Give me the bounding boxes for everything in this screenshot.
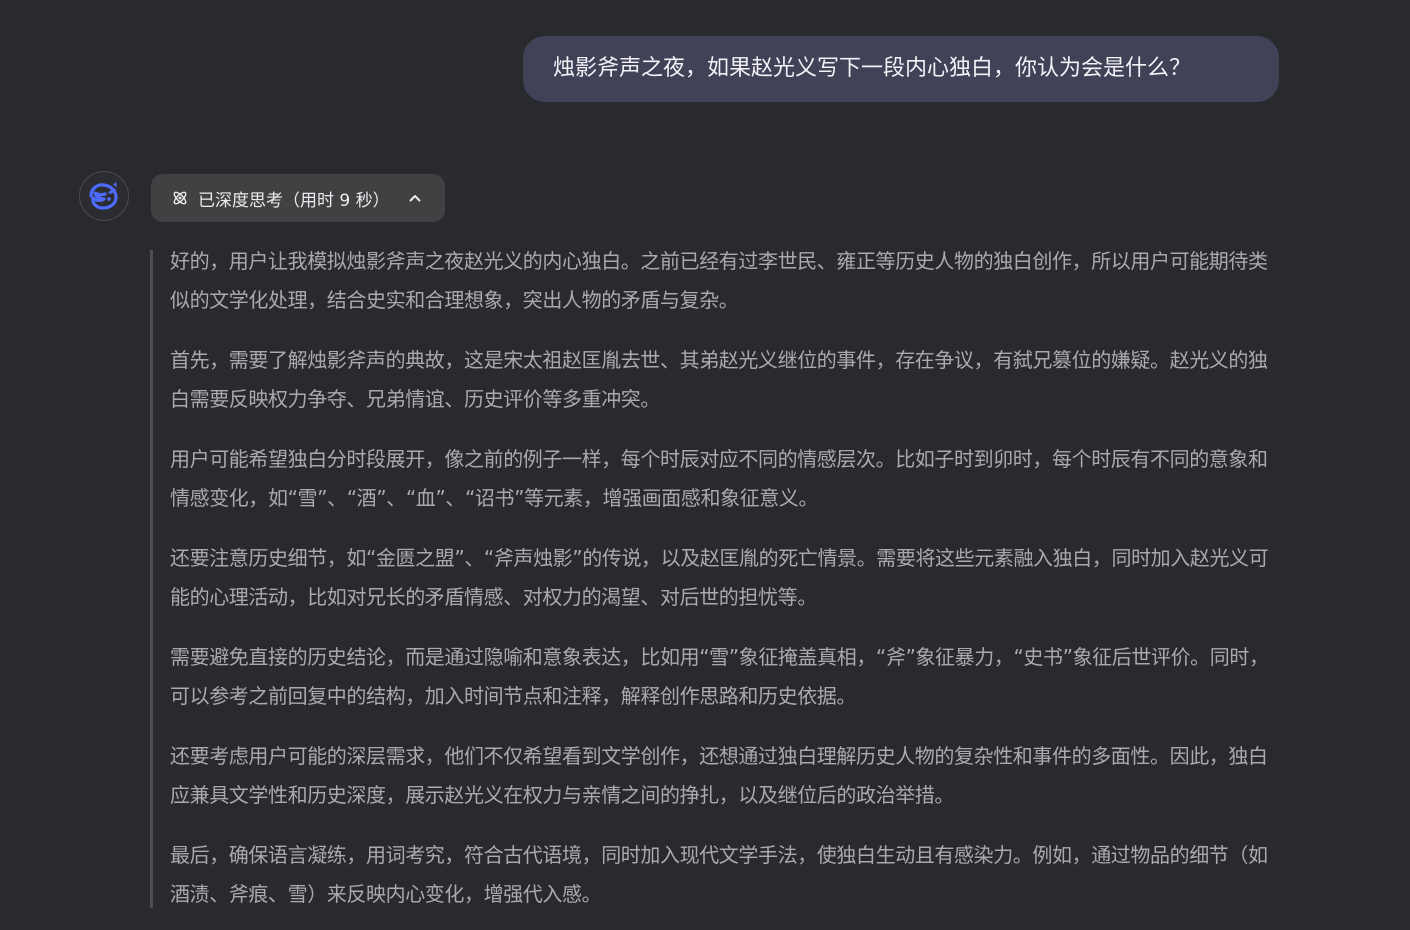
user-message-bubble: 烛影斧声之夜，如果赵光义写下一段内心独白，你认为会是什么？ (523, 36, 1279, 102)
assistant-avatar (79, 171, 129, 221)
chevron-up-icon (408, 191, 422, 205)
thinking-paragraph: 还要考虑用户可能的深层需求，他们不仅希望看到文学创作，还想通过独白理解历史人物的… (170, 744, 1268, 807)
thinking-paragraph: 首先，需要了解烛影斧声的典故，这是宋太祖赵匡胤去世、其弟赵光义继位的事件，存在争… (170, 348, 1268, 411)
thinking-paragraph: 最后，确保语言凝练，用词考究，符合古代语境，同时加入现代文学手法，使独白生动且有… (170, 843, 1268, 906)
thinking-paragraph: 用户可能希望独白分时段展开，像之前的例子一样，每个时辰对应不同的情感层次。比如子… (170, 447, 1268, 510)
thinking-paragraph: 需要避免直接的历史结论，而是通过隐喻和意象表达，比如用“雪”象征掩盖真相，“斧”… (170, 645, 1269, 708)
deep-think-label: 已深度思考（用时 9 秒） (198, 190, 390, 211)
chat-page: 烛影斧声之夜，如果赵光义写下一段内心独白，你认为会是什么？ 已深度思考（用时 9… (0, 0, 1410, 930)
deep-think-toggle-button[interactable]: 已深度思考（用时 9 秒） (151, 174, 445, 222)
atom-icon (171, 189, 189, 207)
user-message-text: 烛影斧声之夜，如果赵光义写下一段内心独白，你认为会是什么？ (553, 56, 1192, 81)
thinking-paragraph: 还要注意历史细节，如“金匮之盟”、“斧声烛影”的传说，以及赵匡胤的死亡情景。需要… (170, 546, 1269, 609)
thinking-content: 好的，用户让我模拟烛影斧声之夜赵光义的内心独白。之前已经有过李世民、雍正等历史人… (150, 249, 1280, 908)
deepseek-whale-icon (87, 179, 121, 213)
thinking-paragraph: 好的，用户让我模拟烛影斧声之夜赵光义的内心独白。之前已经有过李世民、雍正等历史人… (170, 249, 1268, 312)
